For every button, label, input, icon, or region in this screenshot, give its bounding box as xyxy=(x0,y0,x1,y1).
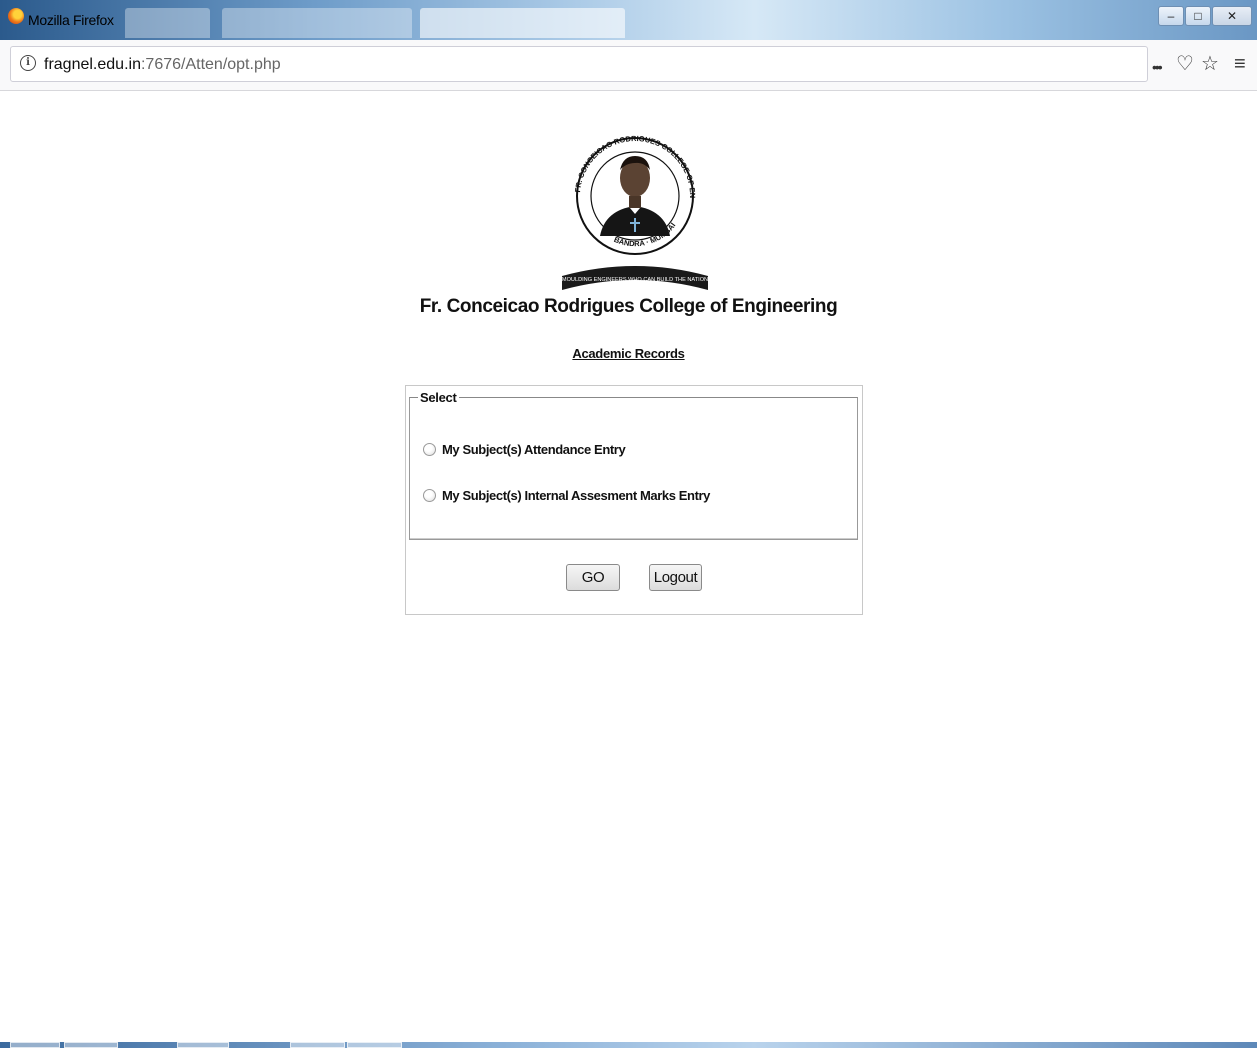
page-actions-icon[interactable]: ••• xyxy=(1152,55,1163,79)
college-logo: FR. CONCEICAO RODRIGUES COLLEGE OF ENGIN… xyxy=(560,118,708,290)
attendance-radio[interactable] xyxy=(423,443,436,456)
site-info-icon[interactable]: i xyxy=(20,55,36,71)
bookmark-star-icon[interactable]: ☆ xyxy=(1201,52,1219,76)
minimize-button[interactable]: – xyxy=(1158,6,1184,26)
menu-icon[interactable]: ≡ xyxy=(1234,52,1246,76)
url-path: :7676/Atten/opt.php xyxy=(140,56,281,73)
college-name: Fr. Conceicao Rodrigues College of Engin… xyxy=(419,296,838,317)
background-tab[interactable] xyxy=(420,8,625,38)
taskbar-item[interactable] xyxy=(347,1042,402,1048)
marks-entry-option[interactable]: My Subject(s) Internal Assesment Marks E… xyxy=(423,488,710,503)
maximize-button[interactable]: □ xyxy=(1185,6,1211,26)
taskbar-item[interactable] xyxy=(177,1042,229,1048)
attendance-entry-option[interactable]: My Subject(s) Attendance Entry xyxy=(423,442,626,457)
attendance-option-label: My Subject(s) Attendance Entry xyxy=(442,442,626,457)
select-fieldset: Select xyxy=(409,390,858,540)
marks-option-label: My Subject(s) Internal Assesment Marks E… xyxy=(442,488,711,503)
academic-records-link[interactable]: Academic Records xyxy=(0,346,1257,361)
background-tab[interactable] xyxy=(125,8,210,38)
taskbar-item[interactable] xyxy=(290,1042,345,1048)
fieldset-legend: Select xyxy=(420,390,457,405)
taskbar-item[interactable] xyxy=(64,1042,118,1048)
close-window-button[interactable]: ✕ xyxy=(1212,6,1252,26)
marks-radio[interactable] xyxy=(423,489,436,502)
taskbar-start-button[interactable] xyxy=(10,1042,60,1048)
motto-text: MOULDING ENGINEERS WHO CAN BUILD THE NAT… xyxy=(562,277,708,283)
url-host: fragnel.edu.in xyxy=(44,56,141,73)
go-button[interactable]: GO xyxy=(566,564,620,591)
url-text[interactable]: fragnel.edu.in:7676/Atten/opt.php xyxy=(44,56,281,74)
window-title: Mozilla Firefox xyxy=(28,12,114,28)
os-taskbar xyxy=(0,1042,1257,1048)
logout-button[interactable]: Logout xyxy=(649,564,702,591)
firefox-logo-icon xyxy=(8,8,24,24)
window-titlebar: Mozilla Firefox – □ ✕ xyxy=(0,0,1257,40)
pocket-icon[interactable]: ♡ xyxy=(1176,52,1194,76)
background-tab[interactable] xyxy=(222,8,412,38)
